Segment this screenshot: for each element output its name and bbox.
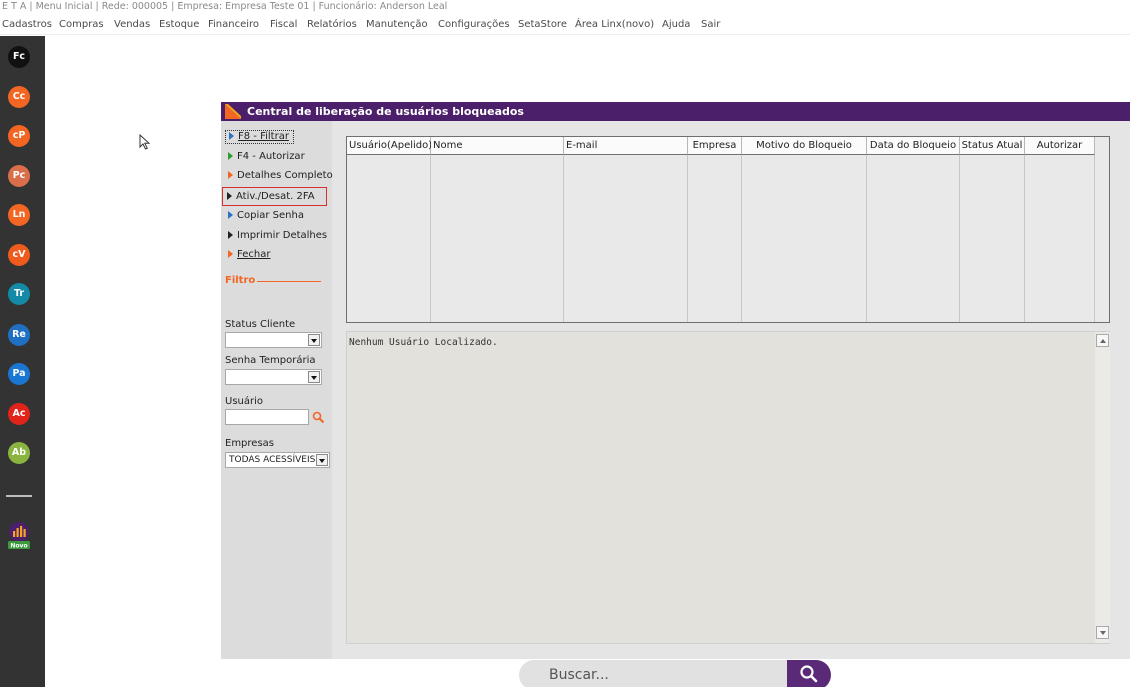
- menu-area-linx[interactable]: Área Linx(novo): [575, 19, 654, 30]
- global-search-button[interactable]: [787, 660, 831, 687]
- app-ac-icon[interactable]: Ac: [8, 403, 30, 425]
- menu-manutencao[interactable]: Manutenção: [366, 19, 428, 30]
- column-header-user[interactable]: Usuário(Apelido): [347, 137, 432, 155]
- status-client-label: Status Cliente: [225, 319, 296, 330]
- menu-fiscal[interactable]: Fiscal: [270, 19, 297, 30]
- filter-section-title: Filtro: [225, 275, 256, 286]
- blocked-users-table: Usuário(Apelido) Nome E-mail Empresa Mot…: [346, 136, 1110, 323]
- actions-panel: F8 - Filtrar F4 - Autorizar Detalhes Com…: [221, 121, 333, 659]
- close-button[interactable]: Fechar: [225, 246, 270, 264]
- table-column: [1025, 137, 1095, 322]
- app-divider: [6, 495, 32, 497]
- menu-cadastros[interactable]: Cadastros: [2, 19, 52, 30]
- app-pc-icon[interactable]: Pc: [8, 165, 30, 187]
- window-title-bar: E T A | Menu Inicial | Rede: 000005 | Em…: [2, 1, 448, 12]
- copy-password-arrow-icon: [228, 211, 233, 219]
- menu-sair[interactable]: Sair: [701, 19, 720, 30]
- chevron-down-icon: [316, 454, 328, 466]
- table-column: [688, 137, 742, 322]
- details-button[interactable]: Detalhes Completo: [225, 167, 333, 185]
- window-title-text: Central de liberação de usuários bloquea…: [247, 105, 524, 118]
- app-ln-icon[interactable]: Ln: [8, 204, 30, 226]
- menu-setastore[interactable]: SetaStore: [518, 19, 567, 30]
- details-memo[interactable]: Nenhum Usuário Localizado.: [346, 331, 1110, 644]
- column-header-authorize[interactable]: Autorizar: [1025, 137, 1095, 155]
- close-arrow-icon: [228, 250, 233, 258]
- table-column: [347, 137, 431, 322]
- new-badge-label: Novo: [10, 542, 27, 549]
- main-menu-bar: Cadastros Compras Vendas Estoque Finance…: [0, 17, 1130, 35]
- authorize-arrow-icon: [228, 152, 233, 160]
- filter-button[interactable]: F8 - Filtrar: [225, 130, 294, 144]
- temp-password-select[interactable]: [225, 369, 322, 385]
- screen: E T A | Menu Inicial | Rede: 000005 | Em…: [0, 0, 1130, 687]
- search-icon: [800, 665, 818, 683]
- column-header-company[interactable]: Empresa: [688, 137, 742, 155]
- user-label: Usuário: [225, 396, 264, 407]
- authorize-button[interactable]: F4 - Autorizar: [225, 148, 305, 166]
- menu-financeiro[interactable]: Financeiro: [208, 19, 259, 30]
- app-cv-icon[interactable]: cV: [8, 244, 30, 266]
- global-search-input[interactable]: [519, 660, 799, 687]
- app-tr-icon[interactable]: Tr: [8, 283, 30, 305]
- scroll-down-icon[interactable]: [1096, 626, 1109, 639]
- column-header-block-date[interactable]: Data do Bloqueio: [867, 137, 960, 155]
- details-arrow-icon: [228, 171, 233, 179]
- table-column: [960, 137, 1025, 322]
- menu-relatorios[interactable]: Relatórios: [307, 19, 357, 30]
- mouse-cursor-icon: [139, 134, 150, 150]
- app-re-icon[interactable]: Re: [8, 324, 30, 346]
- menu-configuracoes[interactable]: Configurações: [438, 19, 510, 30]
- chevron-down-icon: [308, 371, 320, 383]
- memo-scrollbar[interactable]: [1095, 332, 1110, 643]
- menu-vendas[interactable]: Vendas: [114, 19, 150, 30]
- scroll-up-icon[interactable]: [1096, 334, 1109, 347]
- blocked-users-window: Central de liberação de usuários bloquea…: [221, 102, 1130, 659]
- column-header-status[interactable]: Status Atual: [960, 137, 1025, 155]
- column-header-name[interactable]: Nome: [431, 137, 564, 155]
- filter-arrow-icon: [229, 132, 234, 140]
- print-details-arrow-icon: [228, 231, 233, 239]
- print-details-button[interactable]: Imprimir Detalhes: [225, 227, 327, 245]
- copy-password-button[interactable]: Copiar Senha: [225, 207, 304, 225]
- user-input[interactable]: [225, 409, 309, 425]
- app-ab-icon[interactable]: Ab: [8, 442, 30, 464]
- toggle-2fa-button[interactable]: Ativ./Desat. 2FA: [222, 187, 327, 206]
- app-new-analytics-icon[interactable]: Novo: [6, 521, 32, 551]
- menu-estoque[interactable]: Estoque: [159, 19, 199, 30]
- app-cc-icon[interactable]: Cc: [8, 86, 30, 108]
- app-fc-icon[interactable]: Fc: [8, 46, 30, 68]
- chevron-down-icon: [308, 334, 320, 346]
- toggle-2fa-arrow-icon: [227, 192, 232, 200]
- column-header-email[interactable]: E-mail: [564, 137, 688, 155]
- global-search: [519, 660, 831, 687]
- table-column: [431, 137, 564, 322]
- column-header-block-reason[interactable]: Motivo do Bloqueio: [742, 137, 867, 155]
- no-user-message: Nenhum Usuário Localizado.: [349, 337, 498, 348]
- companies-select[interactable]: TODAS ACESSÍVEIS: [225, 452, 330, 468]
- app-cp-icon[interactable]: cP: [8, 125, 30, 147]
- filter-section-rule: [257, 281, 321, 282]
- app-launcher-sidebar: Fc Cc cP Pc Ln cV Tr Re Pa Ac Ab Novo: [0, 36, 45, 687]
- app-logo-icon: [225, 104, 241, 119]
- menu-ajuda[interactable]: Ajuda: [662, 19, 690, 30]
- table-column: [867, 137, 960, 322]
- table-column: [564, 137, 688, 322]
- menu-compras[interactable]: Compras: [59, 19, 104, 30]
- companies-label: Empresas: [225, 438, 274, 449]
- status-client-select[interactable]: [225, 332, 322, 348]
- window-title: Central de liberação de usuários bloquea…: [221, 102, 1130, 121]
- temp-password-label: Senha Temporária: [225, 355, 316, 366]
- user-search-icon[interactable]: [312, 411, 325, 424]
- table-column: [742, 137, 867, 322]
- app-pa-icon[interactable]: Pa: [8, 363, 30, 385]
